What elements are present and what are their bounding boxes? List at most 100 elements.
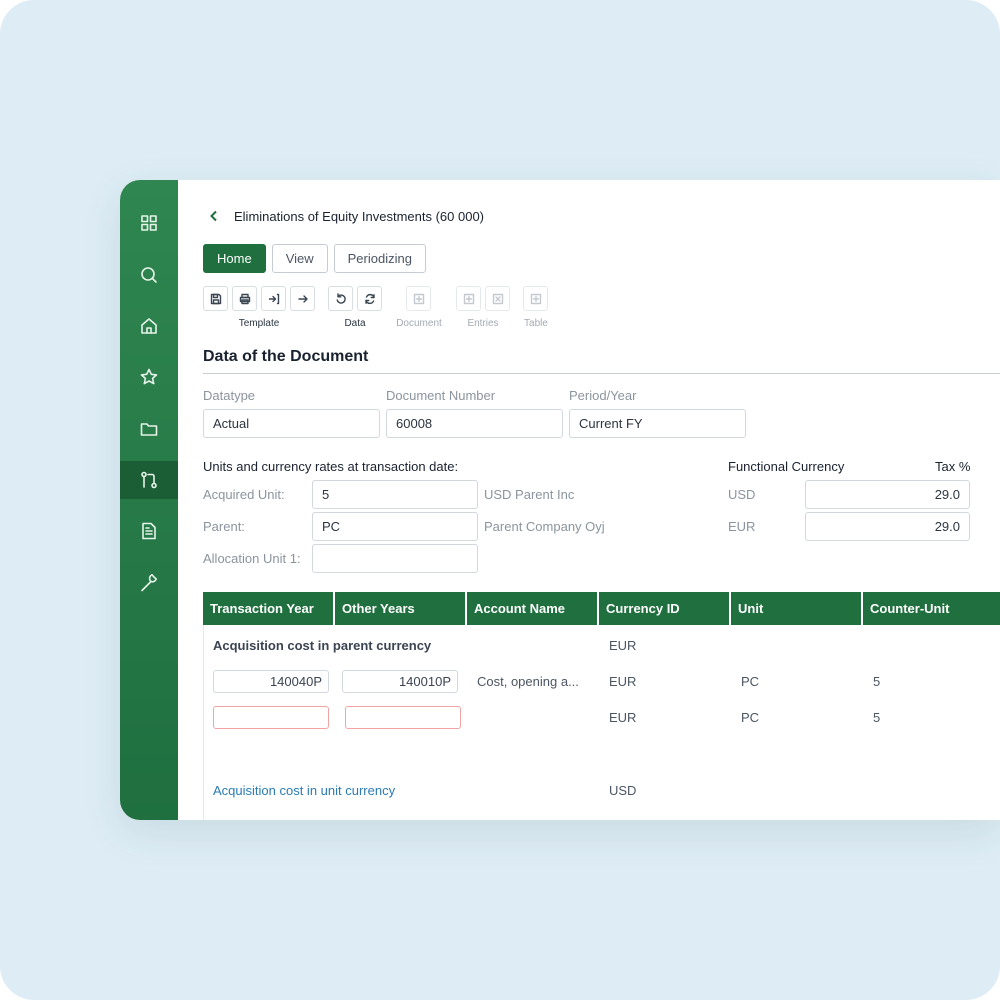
tax-heading: Tax %: [935, 459, 971, 474]
page-title: Eliminations of Equity Investments (60 0…: [234, 208, 485, 224]
sidebar-item-favorites[interactable]: [120, 358, 178, 396]
import-button[interactable]: [261, 286, 286, 311]
sidebar-item-home[interactable]: [120, 307, 178, 345]
group-label-parent-currency: Acquisition cost in parent currency: [213, 638, 432, 653]
wrench-icon: [141, 574, 157, 592]
currency-cell: EUR: [609, 674, 637, 689]
document-number-field[interactable]: 60008: [386, 409, 563, 438]
grid-icon: [141, 215, 157, 231]
unit-cell: PC: [741, 710, 760, 725]
refresh-icon: [364, 293, 375, 304]
sidebar-item-search[interactable]: [120, 256, 178, 294]
save-icon: [210, 293, 221, 304]
sidebar-item-reports[interactable]: [120, 512, 178, 550]
toolbar-group-document: Document: [396, 318, 442, 329]
x-square-icon: [492, 293, 503, 304]
export-button[interactable]: [290, 286, 315, 311]
currency-label-usd: USD: [728, 487, 756, 502]
tab-periodizing[interactable]: Periodizing: [333, 244, 426, 273]
units-heading: Units and currency rates at transaction …: [203, 459, 459, 474]
print-icon: [239, 293, 250, 304]
plus-square-icon: [463, 293, 474, 304]
column-header-currency-id[interactable]: Currency ID: [599, 592, 729, 625]
delete-entry-button[interactable]: [485, 286, 510, 311]
document-icon: [142, 522, 156, 540]
column-header-transaction-year[interactable]: Transaction Year: [203, 592, 333, 625]
allocation-unit-field[interactable]: [312, 544, 478, 573]
account-name-cell: Cost, opening a...: [477, 674, 579, 689]
toolbar-group-entries: Entries: [467, 318, 499, 329]
search-icon: [141, 267, 157, 283]
acquired-unit-label: Acquired Unit:: [203, 487, 285, 502]
toolbar-group-table: Table: [524, 318, 548, 329]
currency-label-eur: EUR: [728, 519, 756, 534]
counter-unit-cell: 5: [873, 674, 881, 689]
column-header-account-name[interactable]: Account Name: [467, 592, 597, 625]
plus-square-icon: [413, 293, 424, 304]
allocation-unit-label: Allocation Unit 1:: [203, 551, 301, 566]
column-header-counter-unit[interactable]: Counter-Unit: [863, 592, 1000, 625]
column-header-unit[interactable]: Unit: [731, 592, 861, 625]
arrow-right-icon: [297, 294, 308, 303]
chevron-left-icon: [210, 210, 217, 222]
period-year-label: Period/Year: [569, 388, 637, 403]
functional-currency-heading: Functional Currency: [728, 459, 845, 474]
plus-square-icon: [530, 293, 541, 304]
folder-icon: [140, 423, 158, 436]
other-years-input-empty[interactable]: [345, 706, 461, 729]
undo-icon: [336, 292, 346, 304]
currency-cell: EUR: [609, 710, 637, 725]
toolbar-group-template: Template: [238, 318, 280, 329]
toolbar: Template Data Document Entries Table: [203, 286, 563, 332]
column-header-other-years[interactable]: Other Years: [335, 592, 465, 625]
period-year-field[interactable]: Current FY: [569, 409, 746, 438]
transaction-year-input-empty[interactable]: [213, 706, 329, 729]
add-table-button[interactable]: [523, 286, 548, 311]
undo-button[interactable]: [328, 286, 353, 311]
parent-field[interactable]: PC: [312, 512, 478, 541]
background: Eliminations of Equity Investments (60 0…: [0, 0, 1000, 1000]
section-title: Data of the Document: [203, 348, 369, 365]
sidebar-item-dashboard[interactable]: [120, 204, 178, 242]
other-years-input[interactable]: 140010P: [342, 670, 458, 693]
datatype-label: Datatype: [203, 388, 256, 403]
parent-name: Parent Company Oyj: [484, 519, 605, 534]
back-button[interactable]: [204, 206, 224, 226]
tax-field-usd[interactable]: 29.0: [805, 480, 970, 509]
star-icon: [140, 368, 158, 385]
add-document-button[interactable]: [406, 286, 431, 311]
tax-field-eur[interactable]: 29.0: [805, 512, 970, 541]
datatype-field[interactable]: Actual: [203, 409, 380, 438]
unit-cell: PC: [741, 674, 760, 689]
header: Eliminations of Equity Investments (60 0…: [204, 206, 484, 226]
parent-label: Parent:: [203, 519, 245, 534]
add-entry-button[interactable]: [456, 286, 481, 311]
main-content: Eliminations of Equity Investments (60 0…: [178, 180, 1000, 820]
table-border: [203, 625, 204, 820]
group-currency-unit: USD: [609, 783, 637, 798]
print-button[interactable]: [232, 286, 257, 311]
git-pull-request-icon: [141, 471, 157, 489]
sidebar-item-eliminations[interactable]: [120, 461, 178, 499]
sidebar-item-folders[interactable]: [120, 410, 178, 448]
group-currency-parent: EUR: [609, 638, 637, 653]
section-divider: [203, 373, 1000, 374]
tab-view[interactable]: View: [271, 244, 328, 273]
home-icon: [141, 318, 157, 334]
tab-home[interactable]: Home: [203, 244, 266, 273]
refresh-button[interactable]: [357, 286, 382, 311]
acquired-unit-name: USD Parent Inc: [484, 487, 575, 502]
sign-in-icon: [268, 293, 279, 304]
sidebar-item-tools[interactable]: [120, 563, 178, 601]
sidebar: [120, 180, 178, 820]
table-header: Transaction Year Other Years Account Nam…: [203, 592, 1000, 625]
counter-unit-cell: 5: [873, 710, 881, 725]
document-number-label: Document Number: [386, 388, 496, 403]
group-link-unit-currency[interactable]: Acquisition cost in unit currency: [213, 783, 395, 798]
toolbar-group-data: Data: [344, 318, 366, 329]
transaction-year-input[interactable]: 140040P: [213, 670, 329, 693]
save-button[interactable]: [203, 286, 228, 311]
app-window: Eliminations of Equity Investments (60 0…: [120, 180, 1000, 820]
ribbon-tabs: Home View Periodizing: [203, 244, 426, 273]
acquired-unit-field[interactable]: 5: [312, 480, 478, 509]
